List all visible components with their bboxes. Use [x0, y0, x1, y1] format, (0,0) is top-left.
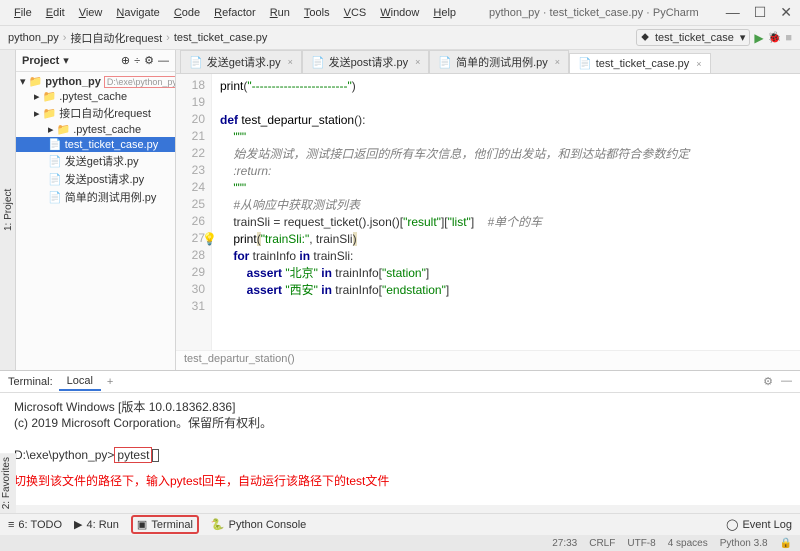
tree-item[interactable]: 📄发送get请求.py — [16, 152, 175, 170]
window-title: python_py · test_ticket_case.py · PyChar… — [462, 7, 726, 19]
add-terminal-button[interactable]: + — [107, 376, 113, 388]
stop-button[interactable]: ■ — [785, 32, 792, 44]
gear-icon[interactable]: ⚙ — [144, 54, 154, 67]
bottom-toolbar: ≡ 6: TODO ▶ 4: Run ▣ Terminal 🐍 Python C… — [0, 513, 800, 535]
terminal-line: (c) 2019 Microsoft Corporation。保留所有权利。 — [14, 415, 786, 431]
terminal-body[interactable]: Microsoft Windows [版本 10.0.18362.836] (c… — [0, 393, 800, 505]
hide-icon[interactable]: — — [781, 375, 792, 388]
editor-tab[interactable]: 📄发送get请求.py× — [180, 50, 302, 73]
run-button[interactable]: ▶ — [754, 31, 763, 45]
project-tool-tab[interactable]: 1: Project — [2, 50, 15, 370]
menu-code[interactable]: Code — [168, 4, 206, 22]
menu-help[interactable]: Help — [427, 4, 462, 22]
cursor-position[interactable]: 27:33 — [552, 538, 577, 549]
editor-tabbar: 📄发送get请求.py×📄发送post请求.py×📄简单的测试用例.py×📄te… — [176, 50, 800, 74]
titlebar: FileEditViewNavigateCodeRefactorRunTools… — [0, 0, 800, 26]
window-controls: — ☐ ✕ — [726, 4, 792, 21]
run-config-selector[interactable]: ⬥ test_ticket_case ▾ — [636, 29, 750, 46]
panel-header: Project ▾ ⊕ ÷ ⚙ — — [16, 50, 175, 72]
interpreter[interactable]: Python 3.8 — [720, 538, 768, 549]
terminal-line: Microsoft Windows [版本 10.0.18362.836] — [14, 399, 786, 415]
indent-setting[interactable]: 4 spaces — [668, 538, 708, 549]
annotation-text: 切换到该文件的路径下，输入pytest回车，自动运行该路径下的test文件 — [14, 473, 786, 489]
maximize-icon[interactable]: ☐ — [754, 4, 767, 21]
test-icon: ⬥ — [641, 31, 649, 44]
close-icon[interactable]: ✕ — [780, 4, 792, 21]
menu-window[interactable]: Window — [374, 4, 425, 22]
terminal-label: Terminal: — [8, 376, 53, 388]
editor-tab[interactable]: 📄test_ticket_case.py× — [569, 53, 711, 73]
code-breadcrumb[interactable]: test_departur_station() — [176, 350, 800, 370]
structure-tool-tab[interactable]: 2: Structure — [0, 50, 2, 370]
hide-icon[interactable]: — — [158, 55, 169, 67]
project-panel: Project ▾ ⊕ ÷ ⚙ — ▾📁 python_py D:\exe\py… — [16, 50, 176, 370]
terminal-header: Terminal: Local + ⚙ — — [0, 371, 800, 393]
tree-item[interactable]: ▸📁.pytest_cache — [16, 89, 175, 104]
tree-item[interactable]: 📄发送post请求.py — [16, 170, 175, 188]
chevron-down-icon[interactable]: ▾ — [63, 54, 69, 67]
main-menu: FileEditViewNavigateCodeRefactorRunTools… — [8, 4, 462, 22]
project-tree: ▾📁 python_py D:\exe\python_py ▸📁.pytest_… — [16, 72, 175, 208]
menu-refactor[interactable]: Refactor — [208, 4, 262, 22]
editor-tab[interactable]: 📄简单的测试用例.py× — [429, 50, 569, 73]
menu-file[interactable]: File — [8, 4, 38, 22]
breadcrumb-part[interactable]: 接口自动化request — [70, 30, 162, 46]
gear-icon[interactable]: ⚙ — [763, 375, 773, 388]
minimize-icon[interactable]: — — [726, 4, 740, 21]
menu-vcs[interactable]: VCS — [338, 4, 373, 22]
editor-area: 📄发送get请求.py×📄发送post请求.py×📄简单的测试用例.py×📄te… — [176, 50, 800, 370]
editor-tab[interactable]: 📄发送post请求.py× — [302, 50, 429, 73]
favorites-tool-tab[interactable]: 2: Favorites — [0, 453, 16, 513]
terminal-tool-button[interactable]: ▣ Terminal — [131, 515, 199, 534]
scroll-from-source-icon[interactable]: ⊕ — [121, 54, 130, 67]
todo-button[interactable]: ≡ 6: TODO — [8, 519, 62, 531]
terminal-panel: Terminal: Local + ⚙ — Microsoft Windows … — [0, 370, 800, 505]
breadcrumb: python_py › 接口自动化request › test_ticket_c… — [0, 26, 800, 50]
terminal-prompt: D:\exe\python_py>pytest — [14, 447, 786, 463]
code-content[interactable]: print("------------------------") def te… — [212, 74, 800, 350]
lock-icon[interactable]: 🔒 — [780, 538, 792, 549]
run-tool-button[interactable]: ▶ 4: Run — [74, 518, 119, 531]
statusbar: 27:33 CRLF UTF-8 4 spaces Python 3.8 🔒 — [0, 535, 800, 551]
menu-run[interactable]: Run — [264, 4, 296, 22]
project-root[interactable]: ▾📁 python_py D:\exe\python_py — [16, 74, 175, 89]
line-separator[interactable]: CRLF — [589, 538, 615, 549]
menu-navigate[interactable]: Navigate — [110, 4, 165, 22]
gutter: 1819202122232425262728293031 — [176, 74, 212, 350]
python-console-button[interactable]: 🐍 Python Console — [211, 518, 306, 531]
tree-item[interactable]: ▸📁.pytest_cache — [16, 122, 175, 137]
file-encoding[interactable]: UTF-8 — [627, 538, 655, 549]
tree-item[interactable]: 📄简单的测试用例.py — [16, 188, 175, 206]
menu-view[interactable]: View — [73, 4, 109, 22]
tree-item[interactable]: ▸📁接口自动化request — [16, 104, 175, 122]
event-log-button[interactable]: ◯ Event Log — [726, 518, 792, 531]
terminal-tab[interactable]: Local — [59, 373, 101, 391]
left-toolwindows: 1: Project 2: Structure — [0, 50, 16, 370]
menu-tools[interactable]: Tools — [298, 4, 336, 22]
debug-button[interactable]: 🐞 — [768, 31, 782, 44]
breadcrumb-part[interactable]: test_ticket_case.py — [174, 32, 268, 44]
collapse-icon[interactable]: ÷ — [134, 55, 140, 67]
breadcrumb-part[interactable]: python_py — [8, 32, 59, 44]
menu-edit[interactable]: Edit — [40, 4, 71, 22]
chevron-down-icon: ▾ — [740, 31, 746, 44]
tree-item[interactable]: 📄test_ticket_case.py — [16, 137, 175, 152]
code-editor[interactable]: 1819202122232425262728293031 print("----… — [176, 74, 800, 350]
project-label[interactable]: Project — [22, 55, 59, 67]
